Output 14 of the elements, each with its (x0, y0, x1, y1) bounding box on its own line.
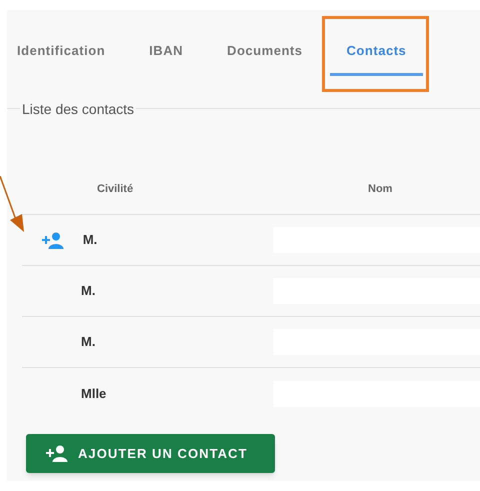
add-person-icon[interactable] (40, 232, 64, 248)
section-title: Liste des contacts (20, 101, 136, 117)
table-cell-text: M. (82, 231, 98, 250)
add-person-icon (44, 445, 68, 462)
table-cell-text: M. (81, 282, 96, 300)
tab[interactable]: IBAN (132, 28, 200, 76)
tab[interactable]: Documents (210, 28, 320, 76)
table-cell-text: Mlle (81, 384, 108, 403)
tab[interactable]: Contacts (330, 28, 424, 76)
column-header: Nom (368, 182, 392, 198)
add-contact-button[interactable]: AJOUTER UN CONTACT (26, 434, 275, 473)
tab[interactable]: Identification (0, 28, 122, 76)
column-header: Civilité (97, 182, 134, 198)
table-cell-text: M. (81, 333, 96, 352)
